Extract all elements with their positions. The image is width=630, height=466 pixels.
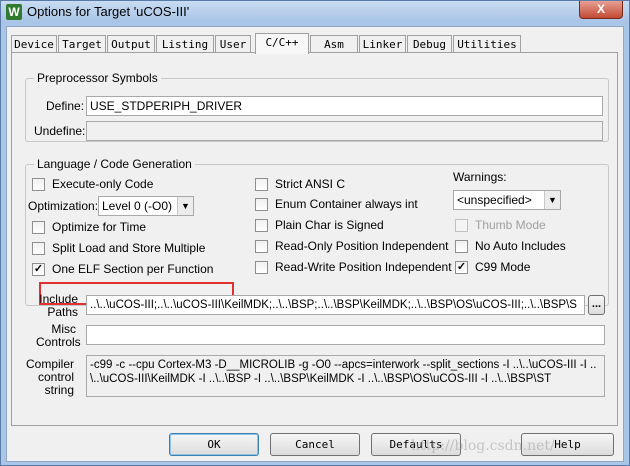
warnings-value: <unspecified>	[457, 193, 532, 207]
checkbox-box[interactable]	[32, 242, 45, 255]
checkbox-box[interactable]	[455, 219, 468, 232]
optimization-select[interactable]: Level 0 (-O0) ▼	[98, 196, 194, 216]
checkbox-box[interactable]	[255, 261, 268, 274]
ok-button[interactable]: OK	[169, 433, 259, 456]
c-cpp-tab-panel: Preprocessor Symbols Define: USE_STDPERI…	[11, 52, 618, 426]
undefine-input[interactable]	[86, 121, 603, 141]
tab-device[interactable]: Device	[11, 35, 57, 53]
dialog-window: W Options for Target 'uCOS-III' X Device…	[0, 0, 630, 466]
chevron-down-icon[interactable]: ▼	[177, 197, 193, 215]
split-load-label: Split Load and Store Multiple	[52, 241, 206, 255]
close-button[interactable]: X	[579, 1, 623, 19]
watermark: http://blog.csdn.net/	[411, 438, 555, 454]
title-bar[interactable]: W Options for Target 'uCOS-III' X	[1, 1, 629, 23]
misc-controls-input[interactable]	[86, 325, 605, 345]
tab-asm[interactable]: Asm	[310, 35, 358, 53]
c99-mode-label: C99 Mode	[475, 260, 531, 274]
include-paths-input[interactable]: ..\..\uCOS-III;..\..\uCOS-III\KeilMDK;..…	[86, 295, 585, 315]
chevron-down-icon[interactable]: ▼	[544, 191, 560, 209]
keil-app-icon: W	[6, 4, 22, 20]
optimize-time-label: Optimize for Time	[52, 220, 147, 234]
checkbox-box[interactable]	[32, 221, 45, 234]
cancel-button[interactable]: Cancel	[270, 433, 360, 456]
optimization-label: Optimization:	[28, 199, 99, 213]
tab-listing[interactable]: Listing	[156, 35, 214, 53]
enum-container-label: Enum Container always int	[275, 197, 418, 211]
tab-utilities[interactable]: Utilities	[453, 35, 521, 53]
plain-char-label: Plain Char is Signed	[275, 218, 384, 232]
define-input[interactable]: USE_STDPERIPH_DRIVER	[86, 96, 603, 116]
language-group-title: Language / Code Generation	[34, 157, 195, 171]
checkbox-box[interactable]	[255, 240, 268, 253]
warnings-select[interactable]: <unspecified> ▼	[453, 190, 561, 210]
browse-button[interactable]: ...	[588, 295, 605, 315]
checkbox-box[interactable]	[255, 198, 268, 211]
tab-target[interactable]: Target	[58, 35, 106, 53]
checkbox-box[interactable]	[455, 240, 468, 253]
define-label: Define:	[46, 99, 85, 113]
checkmark-icon[interactable]: ✓	[32, 263, 45, 276]
checkmark-icon[interactable]: ✓	[455, 261, 468, 274]
tab-user[interactable]: User	[215, 35, 251, 53]
compiler-control-string[interactable]: -c99 -c --cpu Cortex-M3 -D__MICROLIB -g …	[86, 355, 605, 397]
thumb-mode-label: Thumb Mode	[475, 218, 546, 232]
checkbox-box[interactable]	[255, 178, 268, 191]
undefine-label: Undefine:	[34, 124, 86, 138]
tab-output[interactable]: Output	[107, 35, 155, 53]
one-elf-label: One ELF Section per Function	[52, 262, 214, 276]
warnings-label: Warnings:	[453, 170, 507, 184]
no-auto-includes-label: No Auto Includes	[475, 239, 566, 253]
checkbox-box[interactable]	[32, 178, 45, 191]
tab-linker[interactable]: Linker	[359, 35, 406, 53]
checkbox-box[interactable]	[255, 219, 268, 232]
window-title: Options for Target 'uCOS-III'	[27, 4, 190, 19]
readwrite-pi-label: Read-Write Position Independent	[275, 260, 452, 274]
optimization-value: Level 0 (-O0)	[102, 199, 173, 213]
compiler-control-label: Compiler control string	[26, 357, 75, 397]
execute-only-label: Execute-only Code	[52, 177, 154, 191]
tab-debug[interactable]: Debug	[407, 35, 452, 53]
dialog-client: Device Target Output Listing User C/C++ …	[6, 26, 624, 462]
strict-ansi-label: Strict ANSI C	[275, 177, 346, 191]
preprocessor-group-title: Preprocessor Symbols	[34, 71, 161, 85]
misc-controls-label: Misc Controls	[36, 322, 81, 349]
include-paths-label: Include Paths	[39, 292, 78, 319]
tab-c-cpp[interactable]: C/C++	[255, 33, 309, 54]
readonly-pi-label: Read-Only Position Independent	[275, 239, 449, 253]
